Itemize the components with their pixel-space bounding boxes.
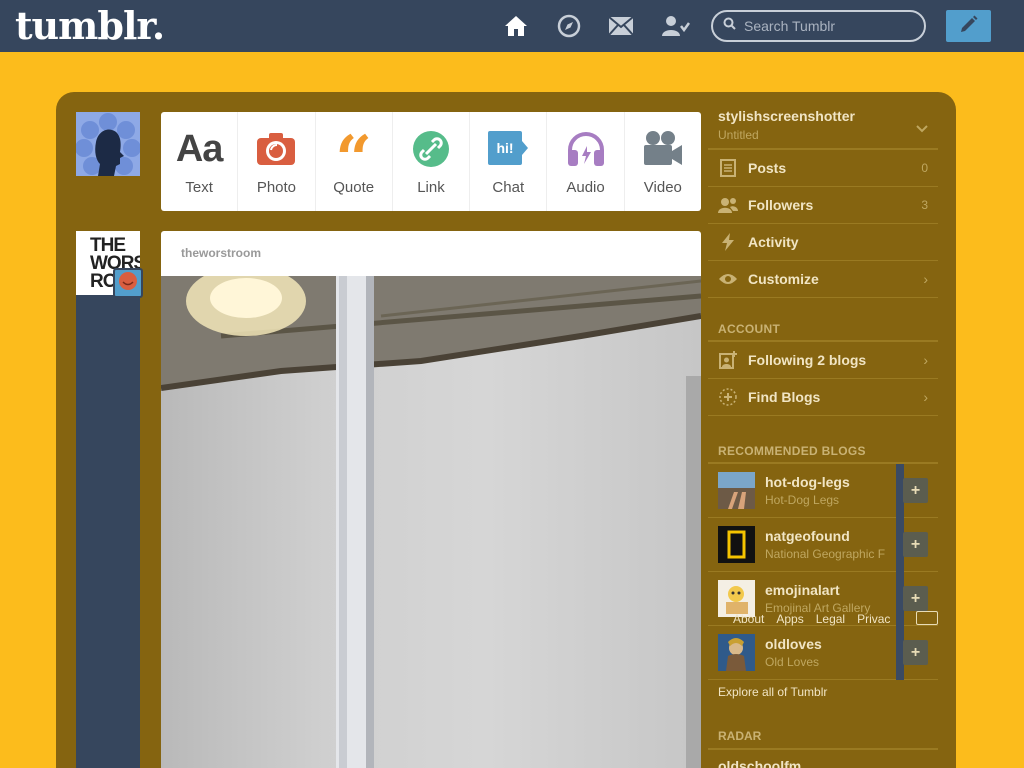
blog-desc: National Geographic F — [765, 547, 885, 561]
blog-name: natgeofound — [765, 528, 850, 544]
sidebar-item-following[interactable]: Following 2 blogs › — [708, 342, 938, 379]
keyboard-icon[interactable] — [916, 611, 938, 625]
text-icon: Aa — [175, 127, 224, 170]
blog-name: oldloves — [765, 636, 822, 652]
footer-links: About Apps Legal Privac — [733, 612, 890, 626]
home-icon[interactable] — [503, 13, 529, 39]
sidebar-item-customize[interactable]: Customize › — [708, 261, 938, 298]
follow-button[interactable]: + — [903, 478, 928, 503]
post-type-text[interactable]: Aa Text — [161, 112, 239, 211]
smiley-icon — [118, 271, 138, 296]
tumblr-logo[interactable]: tumblr. — [15, 4, 165, 48]
post-blog-column — [76, 231, 140, 768]
video-camera-icon — [643, 127, 682, 171]
dashboard-post: theworstroom — [161, 231, 701, 768]
blog-desc: Hot-Dog Legs — [765, 493, 840, 507]
search-input[interactable] — [744, 18, 914, 34]
post-type-photo[interactable]: Photo — [238, 112, 316, 211]
search-box[interactable] — [711, 10, 926, 42]
blog-avatar[interactable] — [718, 472, 755, 509]
svg-text:hi!: hi! — [497, 140, 514, 156]
recommended-blog[interactable]: natgeofound National Geographic F + — [708, 518, 938, 572]
link-icon — [412, 127, 450, 171]
followers-icon — [718, 195, 738, 215]
chevron-right-icon: › — [923, 389, 928, 405]
blog-name: emojinalart — [765, 582, 840, 598]
plus-icon: + — [910, 481, 921, 499]
plus-icon: + — [910, 643, 921, 661]
pencil-icon — [959, 14, 979, 39]
search-icon — [723, 17, 736, 35]
compose-button[interactable] — [946, 10, 991, 42]
plus-icon: + — [910, 535, 921, 553]
footer-link-apps[interactable]: Apps — [776, 612, 803, 626]
find-blogs-icon — [718, 387, 738, 407]
recommended-blog[interactable]: oldloves Old Loves + — [708, 626, 938, 680]
explore-link[interactable]: Explore all of Tumblr — [718, 685, 827, 699]
radar-blog-name[interactable]: oldschoolfm — [718, 758, 801, 768]
post-blog-name[interactable]: theworstroom — [161, 231, 701, 276]
follow-button[interactable]: + — [903, 532, 928, 557]
sidebar-blog-title: Untitled — [718, 128, 759, 142]
post-type-quote[interactable]: “ Quote — [316, 112, 393, 211]
post-type-chat[interactable]: hi! Chat — [470, 112, 548, 211]
sidebar-blog-header[interactable]: stylishscreenshotter Untitled — [708, 100, 938, 150]
follow-button[interactable]: + — [903, 586, 928, 611]
headphones-icon — [566, 127, 606, 171]
chevron-right-icon: › — [923, 352, 928, 368]
post-type-link[interactable]: Link — [393, 112, 471, 211]
following-icon — [718, 350, 738, 370]
radar-heading: RADAR — [718, 729, 762, 743]
sidebar-item-activity[interactable]: Activity — [708, 224, 938, 261]
posts-count: 0 — [921, 161, 928, 175]
follow-badge[interactable] — [113, 268, 143, 298]
posts-icon — [718, 158, 738, 178]
sidebar-item-followers[interactable]: Followers 3 — [708, 187, 938, 224]
user-avatar[interactable] — [76, 112, 140, 176]
post-type-video[interactable]: Video — [625, 112, 701, 211]
footer-link-about[interactable]: About — [733, 612, 764, 626]
camera-icon — [257, 127, 296, 171]
followers-count: 3 — [921, 198, 928, 212]
top-nav-bar: tumblr. — [0, 0, 1024, 52]
sidebar-blog-name: stylishscreenshotter — [718, 108, 855, 124]
recommended-blog[interactable]: hot-dog-legs Hot-Dog Legs + — [708, 464, 938, 518]
mail-icon[interactable] — [608, 13, 634, 39]
recommended-heading: RECOMMENDED BLOGS — [718, 444, 866, 458]
footer-link-legal[interactable]: Legal — [816, 612, 845, 626]
blog-desc: Old Loves — [765, 655, 820, 669]
post-type-audio[interactable]: Audio — [547, 112, 625, 211]
sidebar-item-find-blogs[interactable]: Find Blogs › — [708, 379, 938, 416]
blog-avatar[interactable] — [718, 526, 755, 563]
footer-link-privacy[interactable]: Privac — [857, 612, 890, 626]
account-icon[interactable] — [661, 13, 691, 39]
plus-icon: + — [910, 589, 921, 607]
chat-icon: hi! — [488, 127, 529, 171]
blog-avatar[interactable] — [718, 634, 755, 671]
account-heading: ACCOUNT — [718, 322, 781, 336]
quote-icon: “ — [335, 122, 373, 197]
post-photo[interactable] — [161, 276, 701, 768]
chevron-down-icon[interactable] — [916, 120, 928, 138]
chevron-right-icon: › — [923, 271, 928, 287]
follow-button[interactable]: + — [903, 640, 928, 665]
blog-name: hot-dog-legs — [765, 474, 850, 490]
sidebar-item-posts[interactable]: Posts 0 — [708, 150, 938, 187]
lightning-icon — [718, 232, 738, 252]
compass-icon[interactable] — [556, 13, 582, 39]
post-type-bar: Aa Text Photo “ Quote Link hi! Chat Audi… — [161, 112, 701, 211]
dashboard-sidebar: stylishscreenshotter Untitled Posts 0 Fo… — [708, 100, 938, 680]
eye-icon — [718, 269, 738, 289]
